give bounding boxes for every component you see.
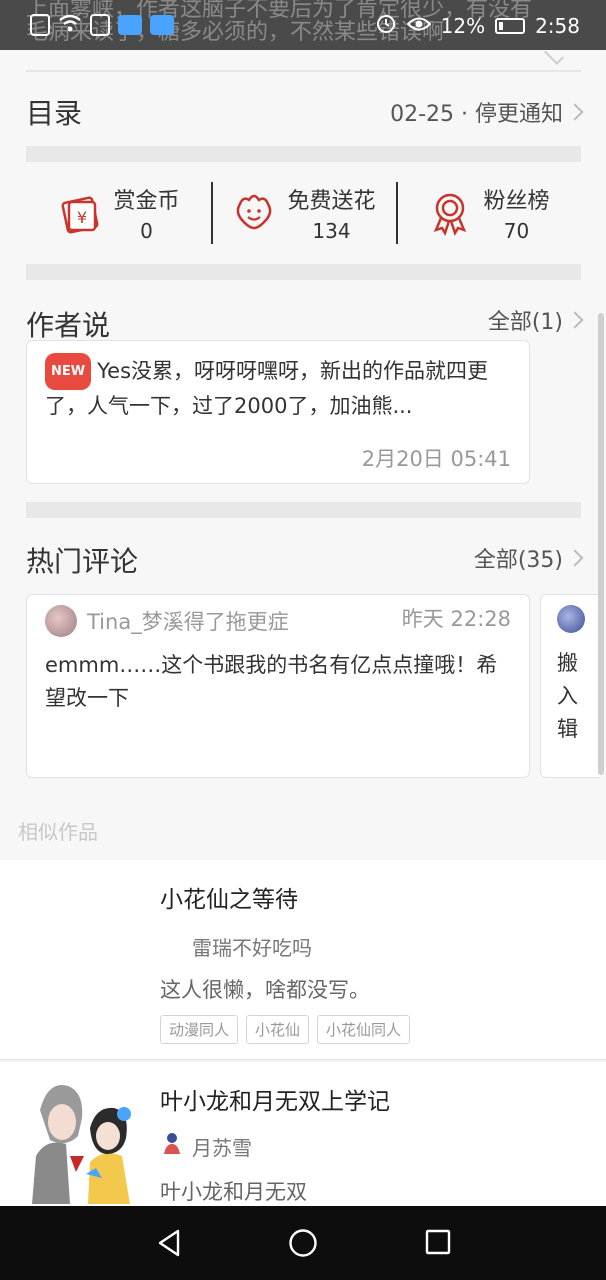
send-notification-icon	[150, 15, 174, 35]
comment-time: 昨天 22:28	[401, 607, 511, 631]
status-bar: 上面雾峡，作者这脑子不要后为了肯定很少，有没有 毛病来读了，糖多必须的，不然某些…	[0, 0, 606, 50]
book-description: 叶小龙和月无双	[160, 1180, 307, 1204]
book-tags: 动漫同人 小花仙 小花仙同人	[160, 1015, 411, 1044]
stat-label: 粉丝榜	[483, 189, 550, 214]
send-flower-button[interactable]: 免费送花 134	[211, 178, 396, 248]
top-divider	[26, 70, 581, 72]
home-icon[interactable]	[288, 1228, 318, 1262]
status-left-icons	[30, 13, 174, 37]
stat-value: 0	[140, 219, 153, 243]
comment-card-partial[interactable]: 搬 入 辑	[540, 594, 600, 778]
flower-icon	[231, 190, 277, 236]
author-says-header: 作者说 全部(1)	[26, 304, 584, 342]
comment-text-partial: 搬 入 辑	[557, 647, 584, 746]
new-badge: NEW	[45, 353, 92, 390]
reward-coin-button[interactable]: ¥ 赏金币 0	[26, 178, 211, 248]
recents-icon[interactable]	[424, 1228, 452, 1260]
book-detail-panel: 目录 02-25 · 停更通知 ¥ 赏金币 0 免费送花 134 粉丝榜 70 …	[0, 45, 606, 860]
stat-label: 免费送花	[287, 189, 376, 214]
avatar[interactable]	[45, 605, 77, 637]
stat-label: 赏金币	[113, 189, 180, 214]
author-says-title: 作者说	[26, 309, 111, 342]
chevron-right-icon	[566, 549, 584, 567]
coin-envelope-icon: ¥	[57, 190, 103, 236]
latest-chapter-link[interactable]: 02-25 · 停更通知	[390, 96, 563, 128]
book-title[interactable]: 叶小龙和月无双上学记	[160, 1082, 390, 1116]
partial-line: 搬	[557, 651, 578, 675]
back-icon[interactable]	[154, 1228, 184, 1262]
book-cover-image[interactable]	[26, 1078, 138, 1204]
chevron-right-icon	[566, 311, 584, 329]
status-right: 12% 2:58	[375, 12, 580, 39]
stats-row: ¥ 赏金币 0 免费送花 134 粉丝榜 70	[26, 178, 581, 248]
sim-icon	[30, 14, 50, 36]
battery-percent: 12%	[440, 13, 486, 38]
wifi-icon	[58, 13, 82, 37]
partial-line: 辑	[557, 717, 578, 741]
clock: 2:58	[535, 13, 580, 38]
partial-line: 入	[557, 684, 578, 708]
toc-row[interactable]: 目录 02-25 · 停更通知	[26, 92, 584, 132]
section-divider	[26, 502, 581, 518]
stat-value: 70	[503, 219, 530, 243]
comment-text: emmm……这个书跟我的书名有亿点点撞哦！希望改一下	[45, 653, 498, 710]
book-description: 这人很懒，啥都没写。	[160, 978, 370, 1002]
book-author[interactable]: 雷瑞不好吃吗	[192, 932, 312, 961]
hot-comments-header: 热门评论 全部(35)	[26, 540, 584, 578]
similar-book-item[interactable]: 小花仙之等待 雷瑞不好吃吗 这人很懒，啥都没写。 动漫同人 小花仙 小花仙同人	[0, 860, 606, 1060]
hot-comments-all-link[interactable]: 全部(35)	[474, 542, 563, 574]
vibrate-icon	[90, 14, 110, 36]
author-note-body: Yes没累，呀呀呀嘿呀，新出的作品就四更了，人气一下，过了2000了，加油熊..…	[45, 359, 489, 418]
similar-book-item[interactable]: 叶小龙和月无双上学记 月苏雪 叶小龙和月无双	[0, 1062, 606, 1206]
medal-icon	[427, 190, 473, 236]
author-note-text: NEW Yes没累，呀呀呀嘿呀，新出的作品就四更了，人气一下，过了2000了，加油…	[45, 353, 511, 423]
author-avatar-icon	[160, 1130, 184, 1154]
similar-works-label: 相似作品	[18, 820, 98, 844]
battery-icon	[495, 17, 526, 34]
fan-ranking-button[interactable]: 粉丝榜 70	[396, 178, 581, 248]
book-tag[interactable]: 小花仙	[246, 1015, 310, 1044]
eye-icon	[406, 14, 432, 38]
book-tag[interactable]: 动漫同人	[160, 1015, 239, 1044]
avatar[interactable]	[557, 605, 585, 633]
scrollbar[interactable]	[598, 313, 604, 775]
stat-value: 134	[312, 219, 351, 243]
comment-username[interactable]: Tina_梦溪得了拖更症	[87, 606, 289, 636]
section-divider	[26, 146, 581, 162]
author-note-time: 2月20日 05:41	[361, 447, 511, 471]
book-tag[interactable]: 小花仙同人	[317, 1015, 411, 1044]
author-note-card[interactable]: NEW Yes没累，呀呀呀嘿呀，新出的作品就四更了，人气一下，过了2000了，加油…	[26, 340, 530, 484]
toc-title: 目录	[26, 97, 83, 130]
system-navigation-bar	[0, 1206, 606, 1280]
hot-comments-title: 热门评论	[26, 545, 139, 578]
comment-card[interactable]: Tina_梦溪得了拖更症 昨天 22:28 emmm……这个书跟我的书名有亿点点…	[26, 594, 530, 778]
app-notification-icon	[118, 15, 142, 35]
chevron-right-icon	[566, 103, 584, 121]
section-divider	[26, 264, 581, 280]
book-title[interactable]: 小花仙之等待	[160, 880, 298, 914]
author-says-all-link[interactable]: 全部(1)	[488, 304, 563, 336]
svg-text:¥: ¥	[77, 208, 87, 227]
book-author[interactable]: 月苏雪	[192, 1132, 252, 1161]
alarm-icon	[375, 12, 397, 39]
